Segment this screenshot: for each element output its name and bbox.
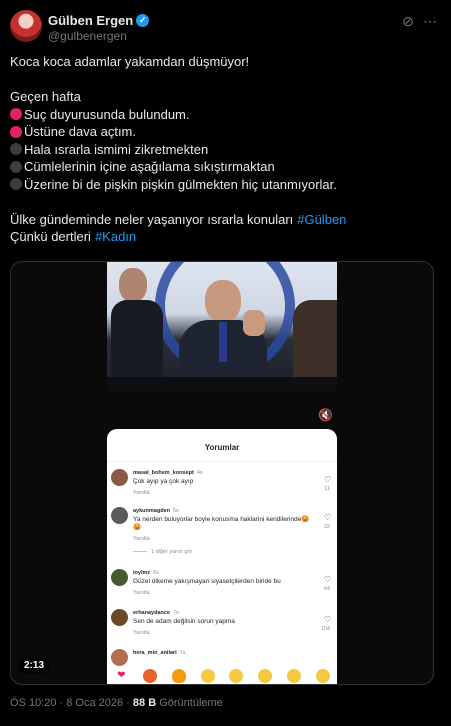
comment-age: 7s — [173, 610, 179, 616]
comment-user: masal_bohem_konsept 4s — [133, 470, 203, 476]
comment-reply: Yanıtla — [133, 490, 150, 496]
microphones — [107, 377, 337, 391]
tweet-text: Koca koca adamlar yakamdan düşmüyor! Geç… — [10, 53, 440, 246]
emoji-reaction-bar: ❤ — [107, 665, 337, 684]
tweet-line: Geçen hafta — [10, 89, 81, 104]
comment-text: Sen de adam değilsin sorun yapma — [133, 618, 235, 625]
comments-title: Yorumlar — [204, 443, 240, 452]
angry-emoji-icon — [143, 668, 158, 683]
comment-reply: Yanıtla — [133, 536, 150, 542]
timestamp-link[interactable]: ÖS 10:20 · 8 Oca 2026 · — [10, 697, 133, 709]
list-item: Hala ısrarla ismimi zikretmekten — [10, 141, 440, 159]
black-circle-icon — [10, 143, 22, 156]
list-item: Cümlelerinin içine aşağılama sıkıştırmak… — [10, 158, 440, 176]
grok-icon[interactable]: ⊘ — [399, 12, 417, 30]
list-item: Üzerine bi de pişkin pişkin gülmekten hi… — [10, 176, 440, 194]
surprised-emoji-icon — [286, 668, 301, 683]
comment-text: Ya nerden buluyorlar boyle konusma hakla… — [133, 516, 310, 531]
comment-item: erhanaydance 7s Sen de adam değilsin soru… — [111, 609, 333, 639]
black-circle-icon — [10, 178, 22, 191]
comment-item: hera_min_anilari 7s — [111, 649, 333, 666]
heart-icon: ♡ — [323, 575, 331, 584]
person-left — [111, 268, 163, 391]
comment-reply: Yanıtla — [133, 590, 150, 596]
laugh-emoji-icon — [315, 668, 330, 683]
tweet-line: Ülke gündeminde neler yaşanıyor ısrarla … — [10, 211, 440, 229]
comment-age: 4s — [196, 470, 203, 476]
divider — [107, 461, 337, 462]
comment-username: masal_bohem_konsept — [133, 470, 194, 476]
heart-icon: ♡ — [323, 475, 331, 484]
hashtag-link[interactable]: #Gülben — [297, 211, 346, 229]
heart-icon: ♡ — [323, 615, 331, 624]
comment-user: ioylmz 6s — [133, 570, 159, 576]
list-item-text: Üzerine bi de pişkin pişkin gülmekten hi… — [24, 176, 337, 192]
volume-icon[interactable]: 🔇 — [318, 408, 333, 422]
list-item-text: Üstüne dava açtım. — [24, 124, 136, 139]
tweet-line-text: Çünkü dertleri — [10, 229, 91, 244]
video-player[interactable]: 🔇 Yorumlar masal_bohem_konsept 4s Çok ayı… — [10, 261, 434, 685]
avatar — [111, 649, 128, 666]
author-name-text[interactable]: Gülben Ergen — [48, 13, 133, 28]
heart-icon: ♡ — [323, 513, 331, 522]
list-item-text: Suç duyurusunda bulundum. — [24, 106, 190, 122]
list-item: Üstüne dava açtım. — [10, 123, 440, 141]
heart-eyes-emoji-icon — [258, 668, 273, 683]
avatar — [111, 507, 128, 524]
tweet-line: Çünkü dertleri #Kadın — [10, 228, 440, 246]
comment-user: erhanaydance 7s — [133, 610, 179, 616]
avatar — [111, 609, 128, 626]
comment-reply: Yanıtla — [133, 630, 150, 636]
comment-likes: 64 — [323, 586, 330, 592]
tweet-line-text: Ülke gündeminde neler yaşanıyor ısrarla … — [10, 211, 294, 227]
comment-username: ioylmz — [133, 570, 151, 576]
list-item-text: Hala ısrarla ismimi zikretmekten — [24, 141, 209, 157]
more-replies-link: 1 diğer yanıtı gör — [133, 549, 192, 555]
clap-emoji-icon — [200, 668, 215, 683]
comment-text: Çok ayıp ya çok ayıp — [133, 478, 194, 485]
comment-text: Güzel ülkeme yakışmayan siyasetçilerden … — [133, 578, 281, 585]
comment-likes: 154 — [320, 626, 330, 632]
view-label: Görüntüleme — [156, 697, 223, 709]
red-circle-icon — [10, 125, 22, 138]
tweet-header: Gülben Ergen ✓ @gulbenergen ⊘ ⋯ — [10, 10, 441, 44]
avatar — [111, 469, 128, 486]
comment-item: masal_bohem_konsept 4s Çok ayıp ya çok ay… — [111, 469, 333, 499]
hashtag-link[interactable]: #Kadın — [95, 228, 136, 246]
black-circle-icon — [10, 160, 22, 173]
comment-username: hera_min_anilari — [133, 650, 177, 656]
raised-hand — [243, 310, 265, 336]
fire-emoji-icon — [171, 668, 186, 683]
sad-emoji-icon — [229, 668, 244, 683]
comment-username: erhanaydance — [133, 610, 170, 616]
comment-item: ioylmz 6s Güzel ülkeme yakışmayan siyaset… — [111, 569, 333, 599]
comment-likes: 32 — [323, 524, 330, 530]
red-circle-icon — [10, 108, 22, 121]
verified-badge-icon: ✓ — [136, 14, 150, 27]
comments-screenshot: Yorumlar masal_bohem_konsept 4s Çok ayıp … — [107, 429, 337, 684]
video-duration: 2:13 — [19, 658, 50, 673]
video-frame — [107, 262, 337, 391]
list-item-text: Cümlelerinin içine aşağılama sıkıştırmak… — [24, 159, 275, 174]
view-count: 88 B — [132, 697, 157, 709]
author-name[interactable]: Gülben Ergen ✓ — [48, 13, 150, 28]
author-avatar[interactable] — [10, 10, 42, 42]
heart-emoji-icon: ❤ — [117, 669, 126, 681]
comment-item: aykunmagden 6s Ya nerden buluyorlar boyle… — [111, 507, 333, 547]
comment-user: hera_min_anilari 7s — [133, 650, 186, 656]
comment-age: 6s — [172, 508, 179, 514]
author-handle[interactable]: @gulbenergen — [48, 29, 127, 43]
comment-likes: 11 — [324, 486, 330, 492]
more-options-icon[interactable]: ⋯ — [421, 12, 439, 30]
comment-age: 6s — [153, 570, 159, 576]
comment-age: 7s — [179, 650, 186, 656]
tweet-meta: ÖS 10:20 · 8 Oca 2026 · 88 B Görüntüleme — [10, 697, 223, 709]
tweet-line: Koca koca adamlar yakamdan düşmüyor! — [10, 54, 250, 69]
list-item: Suç duyurusunda bulundum. — [10, 106, 440, 124]
comment-username: aykunmagden — [133, 508, 170, 514]
comment-user: aykunmagden 6s — [133, 508, 179, 514]
avatar — [111, 569, 128, 586]
